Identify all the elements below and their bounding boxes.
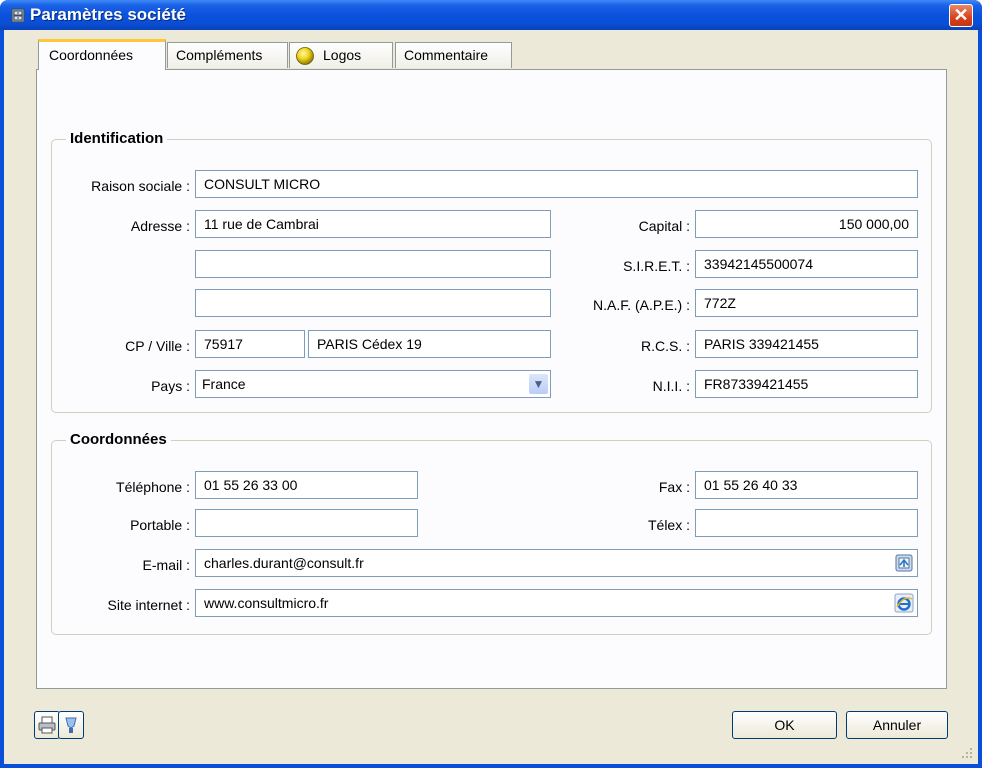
email-label: E-mail : bbox=[142, 557, 190, 573]
app-cabinet-icon bbox=[11, 8, 25, 23]
tab-commentaire[interactable]: Commentaire bbox=[395, 42, 512, 68]
naf-field[interactable]: 772Z bbox=[695, 289, 918, 317]
tab-label: Logos bbox=[323, 47, 362, 63]
naf-label: N.A.F. (A.P.E.) : bbox=[593, 297, 690, 313]
pays-value: France bbox=[202, 376, 246, 392]
window-title: Paramètres société bbox=[30, 5, 186, 24]
send-mail-icon[interactable] bbox=[894, 553, 914, 573]
nii-field[interactable]: FR87339421455 bbox=[695, 370, 918, 398]
tab-label: Commentaire bbox=[404, 47, 489, 63]
adresse-line2-field[interactable] bbox=[195, 250, 551, 278]
adresse-line1-field[interactable]: 11 rue de Cambrai bbox=[195, 210, 551, 238]
help-icon bbox=[65, 717, 77, 733]
cp-ville-label: CP / Ville : bbox=[125, 338, 190, 354]
adresse-label: Adresse : bbox=[130, 218, 190, 234]
capital-label: Capital : bbox=[638, 218, 690, 234]
telex-field[interactable] bbox=[695, 509, 918, 537]
site-internet-label: Site internet : bbox=[107, 597, 191, 613]
internet-explorer-icon[interactable] bbox=[894, 593, 914, 613]
portable-field[interactable] bbox=[195, 509, 418, 537]
pays-label: Pays : bbox=[151, 378, 190, 394]
print-button[interactable] bbox=[34, 711, 60, 739]
raison-sociale-label: Raison sociale : bbox=[91, 178, 190, 194]
siret-label: S.I.R.E.T. : bbox=[623, 258, 690, 274]
tab-label: Coordonnées bbox=[49, 47, 134, 63]
close-icon: ✕ bbox=[953, 5, 969, 25]
logo-sphere-icon bbox=[296, 47, 314, 65]
email-value: charles.durant@consult.fr bbox=[204, 555, 364, 571]
ok-button[interactable]: OK bbox=[732, 711, 837, 739]
site-internet-field[interactable]: www.consultmicro.fr bbox=[195, 589, 918, 617]
telephone-label: Téléphone : bbox=[116, 479, 190, 495]
code-postal-field[interactable]: 75917 bbox=[195, 330, 305, 358]
telex-label: Télex : bbox=[647, 517, 690, 533]
siret-field[interactable]: 33942145500074 bbox=[695, 250, 918, 278]
cancel-button[interactable]: Annuler bbox=[846, 711, 948, 739]
tab-coordonnees[interactable]: Coordonnées bbox=[38, 39, 166, 70]
fax-field[interactable]: 01 55 26 40 33 bbox=[695, 471, 918, 499]
adresse-line3-field[interactable] bbox=[195, 289, 551, 317]
capital-field[interactable]: 150 000,00 bbox=[695, 210, 918, 238]
title-bar[interactable]: Paramètres société ✕ bbox=[0, 0, 982, 30]
tab-complements[interactable]: Compléments bbox=[167, 42, 288, 68]
nii-label: N.I.I. : bbox=[652, 378, 690, 394]
identification-title: Identification bbox=[66, 130, 168, 147]
email-field[interactable]: charles.durant@consult.fr bbox=[195, 549, 918, 577]
close-button[interactable]: ✕ bbox=[949, 4, 973, 27]
tab-label: Compléments bbox=[176, 47, 263, 63]
ville-field[interactable]: PARIS Cédex 19 bbox=[308, 330, 551, 358]
tab-logos[interactable]: Logos bbox=[289, 42, 393, 68]
site-internet-value: www.consultmicro.fr bbox=[204, 595, 329, 611]
printer-icon bbox=[38, 716, 56, 734]
rcs-label: R.C.S. : bbox=[640, 338, 690, 354]
raison-sociale-field[interactable]: CONSULT MICRO bbox=[195, 170, 918, 198]
rcs-field[interactable]: PARIS 339421455 bbox=[695, 330, 918, 358]
help-button[interactable] bbox=[58, 711, 84, 739]
portable-label: Portable : bbox=[130, 517, 190, 533]
coordonnees-title: Coordonnées bbox=[66, 431, 171, 448]
pays-select[interactable]: France ▼ bbox=[195, 370, 551, 398]
fax-label: Fax : bbox=[658, 479, 690, 495]
chevron-down-icon[interactable]: ▼ bbox=[529, 374, 548, 394]
resize-grip-icon[interactable] bbox=[960, 746, 974, 760]
telephone-field[interactable]: 01 55 26 33 00 bbox=[195, 471, 418, 499]
